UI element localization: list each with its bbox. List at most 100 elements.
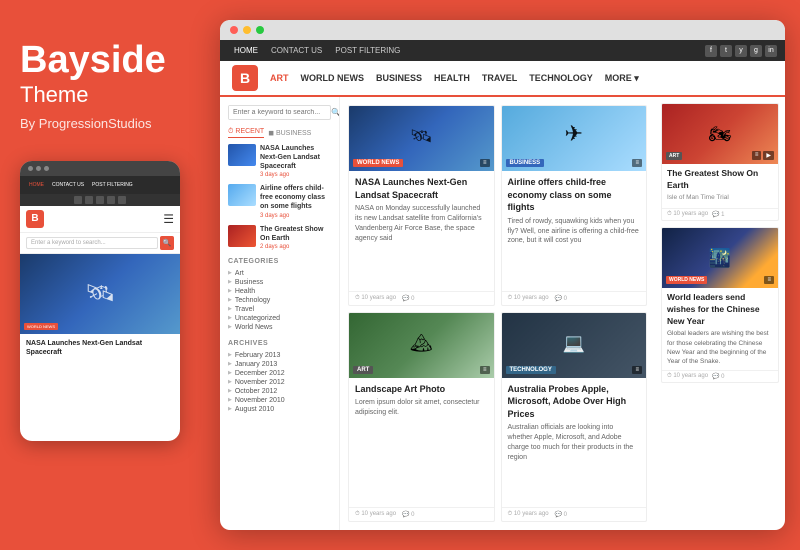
- desktop-twitter-icon[interactable]: t: [720, 45, 732, 57]
- desktop-cat-technology[interactable]: TECHNOLOGY: [529, 73, 593, 83]
- desktop-cat-more[interactable]: MORE ▾: [605, 73, 639, 84]
- desktop-facebook-icon[interactable]: f: [705, 45, 717, 57]
- mobile-hero-image: 🛰 WORLD NEWS: [20, 254, 180, 334]
- right-video-icon: ▶: [763, 151, 774, 160]
- left-panel: Bayside Theme By ProgressionStudios HOME…: [0, 0, 220, 471]
- article-body-nasa: NASA Launches Next-Gen Landsat Spacecraf…: [349, 171, 494, 291]
- article-card-landscape[interactable]: 🏔 ART ≡ Landscape Art Photo Lorem ipsum …: [348, 312, 495, 522]
- sidebar-search-button[interactable]: 🔍: [328, 106, 340, 119]
- article-card-airline[interactable]: ✈ BUSINESS ≡ Airline offers child-free e…: [501, 105, 648, 306]
- sidebar-item-greatest-text: The Greatest Show On Earth 2 days ago: [260, 225, 331, 250]
- sidebar-cat-worldnews[interactable]: World News: [228, 323, 331, 332]
- desktop-right-column: 🏍 ART ≡ ▶ The Greatest Show On Earth Isl…: [655, 97, 785, 530]
- article-meta-australia: ⏱ 10 years ago 💬 0: [502, 507, 647, 521]
- desktop-top-nav: HOME CONTACT US POST FILTERING f t y g i…: [220, 40, 785, 61]
- right-article-greatest[interactable]: 🏍 ART ≡ ▶ The Greatest Show On Earth Isl…: [661, 103, 779, 221]
- article-time-nasa: ⏱ 10 years ago: [355, 295, 396, 302]
- sidebar-search-input[interactable]: [229, 106, 328, 119]
- sidebar-cat-technology[interactable]: Technology: [228, 296, 331, 305]
- sidebar-nasa-title[interactable]: NASA Launches Next-Gen Landsat Spacecraf…: [260, 144, 331, 171]
- sidebar-archive-feb2013[interactable]: February 2013: [228, 351, 331, 360]
- article-card-australia[interactable]: 💻 TECHNOLOGY ≡ Australia Probes Apple, M…: [501, 312, 648, 522]
- mobile-hero-badge: WORLD NEWS: [24, 323, 58, 330]
- mobile-facebook-icon: [74, 196, 82, 204]
- sidebar-archive-jan2013[interactable]: January 2013: [228, 360, 331, 369]
- titlebar-close-dot: [230, 26, 238, 34]
- mobile-dot-2: [36, 166, 41, 171]
- desktop-nav-post[interactable]: POST FILTERING: [329, 40, 406, 61]
- mobile-search-button[interactable]: 🔍: [160, 236, 174, 250]
- mobile-titlebar: [20, 161, 180, 176]
- sidebar-airline-title[interactable]: Airline offers child-free economy class …: [260, 184, 331, 211]
- article-thumb-australia: 💻 TECHNOLOGY ≡: [502, 313, 647, 378]
- right-article-title-greatest[interactable]: The Greatest Show On Earth: [667, 168, 773, 192]
- article-title-airline[interactable]: Airline offers child-free economy class …: [508, 176, 641, 214]
- sidebar-archive-nov2012[interactable]: November 2012: [228, 378, 331, 387]
- right-badge-greatest-art: ART: [666, 152, 682, 160]
- mobile-linkedin-icon: [118, 196, 126, 204]
- sidebar-cat-business[interactable]: Business: [228, 278, 331, 287]
- right-comments-greatest: 💬 1: [712, 211, 724, 218]
- article-title-australia[interactable]: Australia Probes Apple, Microsoft, Adobe…: [508, 383, 641, 421]
- mobile-search-input[interactable]: Enter a keyword to search...: [26, 237, 158, 249]
- desktop-linkedin-icon[interactable]: in: [765, 45, 777, 57]
- sidebar-archive-oct2012[interactable]: October 2012: [228, 387, 331, 396]
- titlebar-maximize-dot: [256, 26, 264, 34]
- mobile-hamburger-icon[interactable]: ☰: [163, 212, 174, 226]
- desktop-nav-contact[interactable]: CONTACT US: [265, 40, 328, 61]
- article-thumb-nasa: 🛰 WORLD NEWS ≡: [349, 106, 494, 171]
- sidebar-archive-dec2012[interactable]: December 2012: [228, 369, 331, 378]
- sidebar-archive-nov2010[interactable]: November 2010: [228, 396, 331, 405]
- desktop-cat-worldnews[interactable]: WORLD NEWS: [301, 73, 365, 83]
- article-badge-nasa: WORLD NEWS: [353, 159, 403, 167]
- article-card-nasa[interactable]: 🛰 WORLD NEWS ≡ NASA Launches Next-Gen La…: [348, 105, 495, 306]
- desktop-cat-health[interactable]: HEALTH: [434, 73, 470, 83]
- mobile-youtube-icon: [96, 196, 104, 204]
- sidebar-cat-travel[interactable]: Travel: [228, 305, 331, 314]
- mobile-dot-3: [44, 166, 49, 171]
- desktop-cat-business[interactable]: BUSINESS: [376, 73, 422, 83]
- desktop-body: 🔍 ⏱ RECENT ◼ BUSINESS NASA Launches Next…: [220, 97, 785, 530]
- right-time-greatest: ⏱ 10 years ago: [667, 211, 708, 218]
- desktop-nav-home[interactable]: HOME: [228, 40, 264, 61]
- right-article-chinese[interactable]: 🌃 WORLD NEWS ≡ World leaders send wishes…: [661, 227, 779, 383]
- sidebar-greatest-date: 2 days ago: [260, 244, 331, 250]
- sidebar-cat-art[interactable]: Art: [228, 269, 331, 278]
- sidebar-tab-business[interactable]: ◼ BUSINESS: [268, 128, 311, 138]
- sidebar-greatest-title[interactable]: The Greatest Show On Earth: [260, 225, 331, 243]
- mobile-nav-home[interactable]: HOME: [26, 180, 47, 190]
- right-badge-icons-greatest: ≡ ▶: [752, 151, 774, 160]
- desktop-sidebar: 🔍 ⏱ RECENT ◼ BUSINESS NASA Launches Next…: [220, 97, 340, 530]
- sidebar-categories-title: CATEGORIES: [228, 258, 331, 265]
- desktop-titlebar: [220, 20, 785, 40]
- sidebar-cat-uncategorized[interactable]: Uncategorized: [228, 314, 331, 323]
- mobile-logo: B: [26, 210, 44, 228]
- sidebar-archive-aug2010[interactable]: August 2010: [228, 405, 331, 414]
- right-article-body-chinese: World leaders send wishes for the Chines…: [662, 288, 778, 370]
- desktop-nav-social: f t y g in: [705, 45, 777, 57]
- desktop-google-icon[interactable]: g: [750, 45, 762, 57]
- article-title-nasa[interactable]: NASA Launches Next-Gen Landsat Spacecraf…: [355, 176, 488, 201]
- article-meta-airline: ⏱ 10 years ago 💬 0: [502, 291, 647, 305]
- desktop-cat-travel[interactable]: TRAVEL: [482, 73, 517, 83]
- sidebar-cat-health[interactable]: Health: [228, 287, 331, 296]
- article-comments-australia: 💬 0: [555, 511, 567, 518]
- mobile-nav-contact[interactable]: CONTACT US: [49, 180, 87, 190]
- right-article-title-chinese[interactable]: World leaders send wishes for the Chines…: [667, 292, 773, 328]
- mobile-search-bar: Enter a keyword to search... 🔍: [20, 233, 180, 254]
- sidebar-tab-recent[interactable]: ⏱ RECENT: [228, 128, 264, 138]
- mobile-nav-post[interactable]: POST FILTERING: [89, 180, 136, 190]
- article-excerpt-nasa: NASA on Monday successfully launched its…: [355, 204, 488, 243]
- article-meta-landscape: ⏱ 10 years ago 💬 0: [349, 507, 494, 521]
- desktop-youtube-icon[interactable]: y: [735, 45, 747, 57]
- sidebar-thumb-airline: [228, 184, 256, 206]
- desktop-cat-art[interactable]: ART: [270, 73, 289, 83]
- desktop-categories: ART WORLD NEWS BUSINESS HEALTH TRAVEL TE…: [270, 73, 639, 84]
- article-excerpt-australia: Australian officials are looking into wh…: [508, 423, 641, 462]
- article-title-landscape[interactable]: Landscape Art Photo: [355, 383, 488, 396]
- mobile-social-bar: [20, 194, 180, 206]
- right-list-icon-2: ≡: [764, 276, 774, 284]
- article-badge-australia: TECHNOLOGY: [506, 366, 556, 374]
- right-article-excerpt-chinese: Global leaders are wishing the best for …: [667, 329, 773, 365]
- brand-by: By ProgressionStudios: [20, 116, 200, 131]
